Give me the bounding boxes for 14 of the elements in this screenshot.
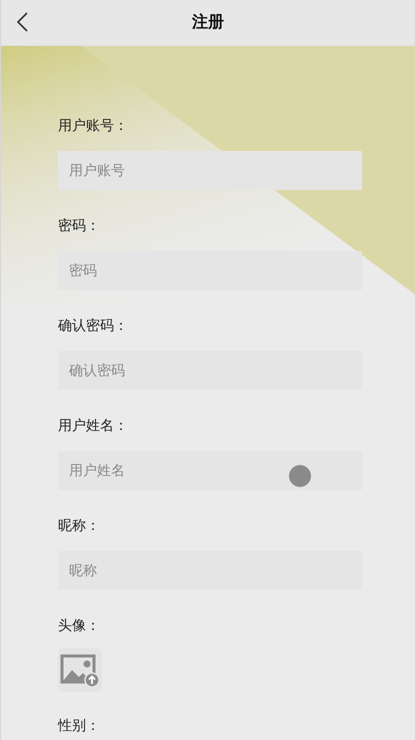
field-label: 用户姓名：	[58, 417, 129, 436]
input-field[interactable]: 用户姓名	[58, 451, 362, 490]
field-label: 用户账号：	[58, 117, 129, 136]
page-title: 注册	[192, 12, 224, 33]
image-upload-icon[interactable]	[58, 648, 102, 692]
input-field[interactable]: 确认密码	[58, 351, 362, 390]
field-label: 头像：	[58, 617, 101, 636]
field-label: 性别：	[58, 717, 101, 736]
field-label: 密码：	[58, 217, 101, 236]
field-label: 确认密码：	[58, 317, 129, 336]
input-field[interactable]: 密码	[58, 251, 362, 290]
field-label: 昵称：	[58, 517, 101, 536]
input-field[interactable]: 昵称	[58, 551, 362, 590]
input-field[interactable]: 用户账号	[58, 151, 362, 190]
